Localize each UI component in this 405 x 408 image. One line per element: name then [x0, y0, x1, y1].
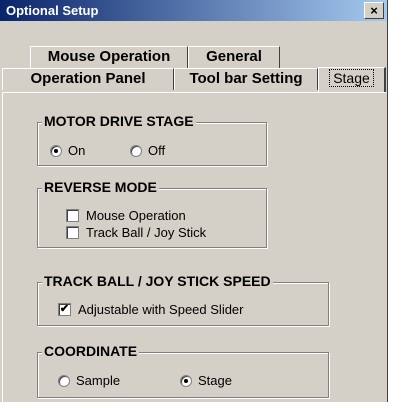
- motor-off-radio[interactable]: [130, 145, 142, 157]
- tab-operation-panel[interactable]: Operation Panel: [2, 68, 174, 90]
- window-title: Optional Setup: [6, 3, 99, 18]
- tab-stage-label: Stage: [329, 69, 374, 87]
- tab-mouse-operation[interactable]: Mouse Operation: [30, 46, 188, 68]
- coordinate-sample-radio[interactable]: [58, 375, 70, 387]
- coordinate-group: COORDINATE Sample Stage: [37, 343, 329, 398]
- motor-on-radio[interactable]: [50, 145, 62, 157]
- speed-group: TRACK BALL / JOY STICK SPEED ✔ Adjustabl…: [37, 273, 329, 326]
- motor-drive-stage-group: MOTOR DRIVE STAGE On Off: [37, 113, 267, 166]
- title-bar[interactable]: Optional Setup ×: [0, 0, 387, 21]
- tab-stage[interactable]: Stage: [318, 67, 386, 92]
- reverse-mouse-checkbox[interactable]: [66, 209, 79, 222]
- speed-title: TRACK BALL / JOY STICK SPEED: [42, 273, 273, 289]
- motor-drive-stage-title: MOTOR DRIVE STAGE: [42, 113, 196, 129]
- reverse-trackball-label: Track Ball / Joy Stick: [86, 225, 207, 240]
- adjustable-speed-label: Adjustable with Speed Slider: [78, 302, 244, 317]
- optional-setup-dialog: Optional Setup × Mouse Operation General…: [0, 0, 388, 402]
- reverse-mode-group: REVERSE MODE Mouse Operation Track Ball …: [37, 179, 267, 248]
- adjustable-speed-checkbox[interactable]: ✔: [58, 303, 71, 316]
- stage-panel: MOTOR DRIVE STAGE On Off REVERSE MODE Mo…: [2, 92, 386, 402]
- coordinate-sample-label: Sample: [76, 373, 121, 388]
- tab-tool-bar-setting[interactable]: Tool bar Setting: [174, 68, 318, 90]
- reverse-trackball-checkbox[interactable]: [66, 226, 79, 239]
- reverse-mouse-label: Mouse Operation: [86, 208, 186, 223]
- coordinate-stage-label: Stage: [198, 373, 232, 388]
- close-button[interactable]: ×: [364, 2, 384, 19]
- reverse-mode-title: REVERSE MODE: [42, 179, 159, 195]
- coordinate-title: COORDINATE: [42, 343, 140, 359]
- motor-off-label: Off: [148, 143, 166, 158]
- tab-general[interactable]: General: [188, 46, 280, 68]
- motor-on-label: On: [68, 143, 86, 158]
- coordinate-stage-radio[interactable]: [180, 375, 192, 387]
